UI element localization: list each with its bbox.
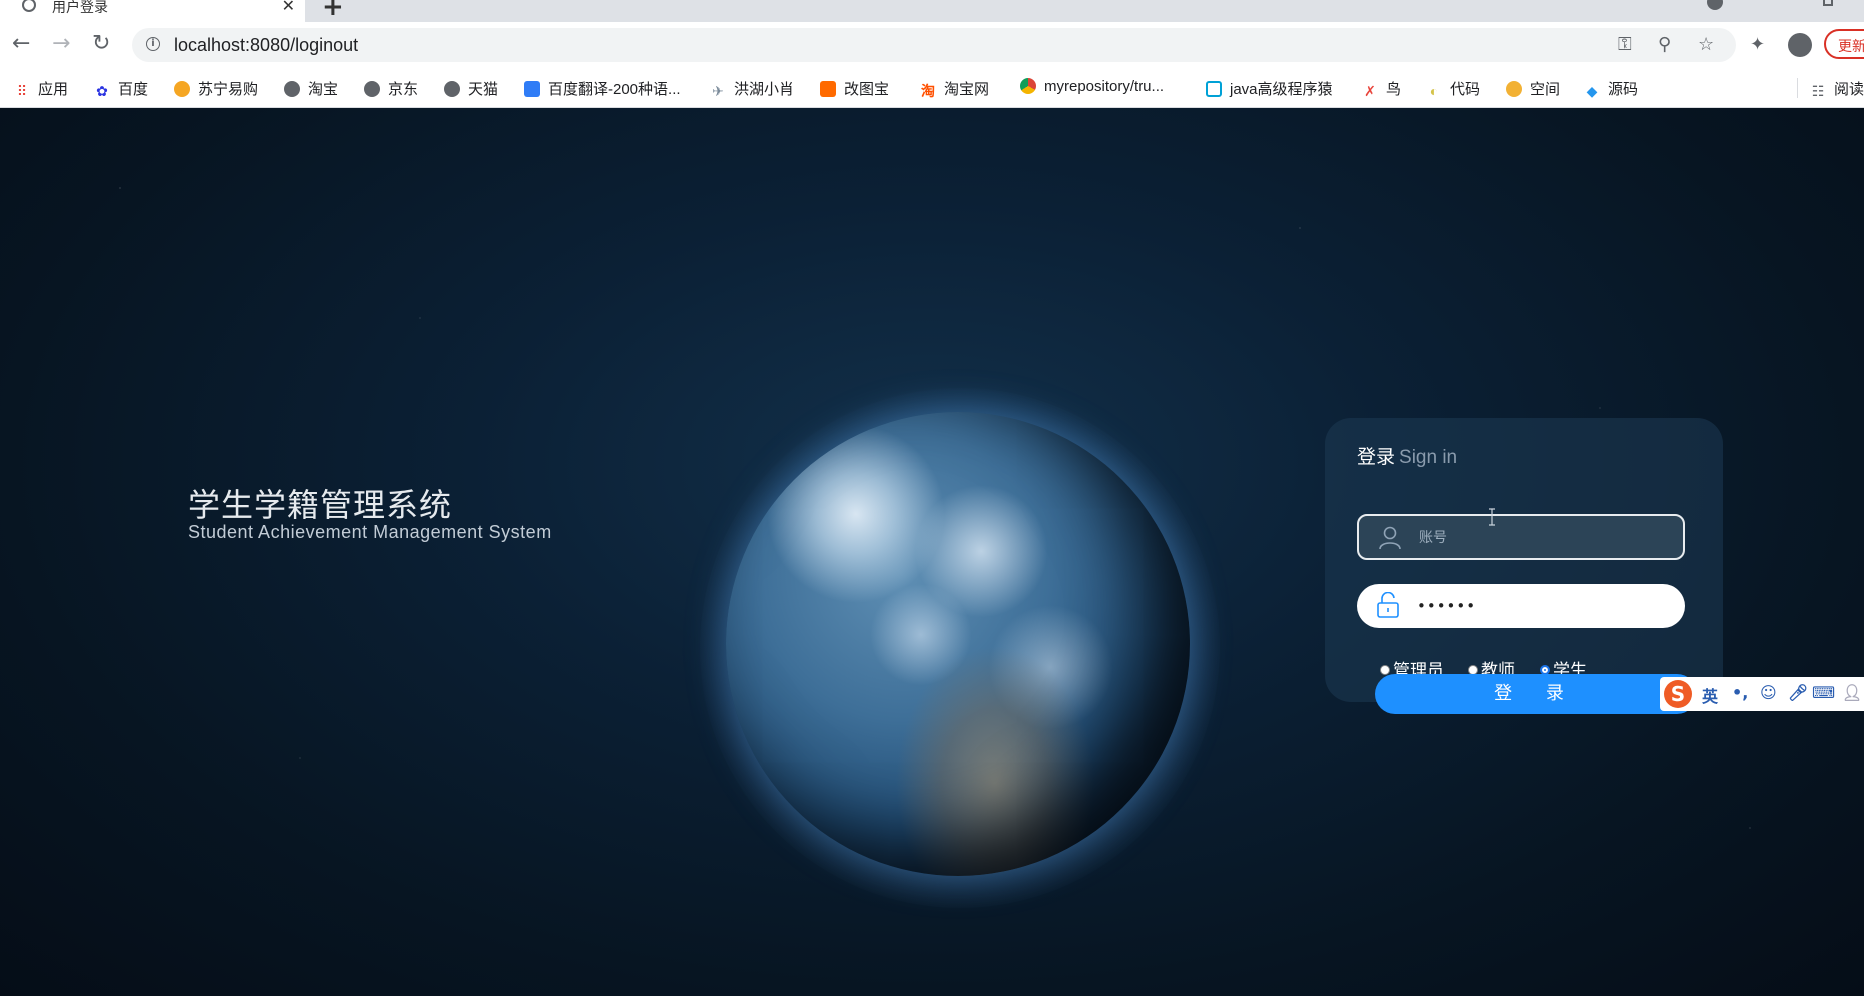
bookmark-item[interactable]: 天猫 [444,78,498,99]
new-tab-button[interactable]: + [322,0,344,22]
earth-image [726,412,1190,876]
bookmark-item[interactable]: 淘淘宝网 [920,78,989,99]
globe-icon [284,81,300,97]
user-center-icon[interactable]: 👤︎ [1842,683,1862,702]
browser-toolbar: ← → ↻ i localhost:8080/loginout ⚿ ⚲ ☆ ✦ … [0,22,1864,68]
account-field[interactable] [1357,514,1685,560]
bookmark-item[interactable]: ◆ 源码 [1584,78,1638,99]
tab-strip: 用户登录 ✕ + [0,0,1864,22]
microphone-icon[interactable]: 🎤︎ [1788,683,1808,702]
login-panel: 登录Sign in 管理员 教师 学生 [1325,418,1723,702]
login-title-cn: 登录 [1357,446,1396,468]
reading-list-button[interactable]: ☷ 阅读 [1810,78,1864,99]
bookmark-item[interactable]: 苏宁易购 [174,78,258,99]
globe-icon [364,81,380,97]
taobao-icon: 淘 [921,83,935,99]
reload-icon[interactable]: ↻ [92,31,110,57]
qzone-icon [1506,81,1522,97]
address-bar[interactable]: i localhost:8080/loginout ⚿ ⚲ ☆ [132,28,1736,62]
browser-tab[interactable]: 用户登录 ✕ [0,0,305,22]
system-title: 学生学籍管理系统 [188,486,453,524]
login-page: 学生学籍管理系统 Student Achievement Management … [0,108,1864,996]
info-icon[interactable]: i [146,37,160,51]
globe-icon [22,0,36,12]
bookmarks-bar: ⠿ 应用 ✿ 百度 苏宁易购 淘宝 京东 天猫 百度翻译-200种语... ✈ 洪湖小… [0,68,1864,108]
bookmark-item[interactable]: ✈ 洪湖小肖 [710,78,794,99]
reading-list-icon: ☷ [1811,83,1825,99]
bird-red-icon: ✗ [1364,83,1376,99]
docker-icon: ◆ [1586,83,1598,99]
suning-icon [174,81,190,97]
login-heading: 登录 Sign in [1357,442,1457,469]
close-icon[interactable]: ✕ [282,0,295,15]
bookmark-item[interactable]: myrepository/tru... [1020,78,1164,95]
star-icon[interactable]: ☆ [1698,34,1714,55]
key-icon[interactable]: ⚿ [1618,34,1632,55]
bird-icon: ✈ [712,83,724,99]
translate-icon [524,81,540,97]
bookmarks-divider [1797,78,1798,98]
extensions-icon[interactable]: ✦ [1750,34,1765,55]
update-button[interactable]: 更新 [1824,29,1864,59]
password-input[interactable] [1415,593,1669,619]
bilibili-icon [1206,81,1222,97]
text-cursor-icon [1489,508,1495,526]
login-title-en: Sign in [1399,447,1458,468]
password-field[interactable] [1357,584,1685,628]
bookmark-item[interactable]: ◐ 代码 [1426,78,1480,99]
chrome-icon [1020,78,1036,94]
bookmark-item[interactable]: ⠿ 应用 [14,78,68,99]
keyboard-icon[interactable]: ⌨ [1812,683,1835,702]
back-arrow-icon[interactable]: ← [12,31,30,57]
radio-button[interactable] [1380,665,1390,675]
login-button[interactable]: 登 录 [1375,674,1697,714]
ime-punctuation-toggle[interactable]: •, [1732,683,1748,702]
sogou-logo-icon[interactable]: S [1664,680,1692,708]
bookmark-item[interactable]: 京东 [364,78,418,99]
globe-icon [444,81,460,97]
bookmark-item[interactable]: 空间 [1506,78,1560,99]
unlock-icon [1377,592,1399,618]
bookmark-item[interactable]: 百度翻译-200种语... [524,78,681,99]
forward-arrow-icon[interactable]: → [52,31,70,57]
minimize-icon[interactable] [1823,0,1833,6]
bookmark-item[interactable]: 改图宝 [820,78,889,99]
user-icon [1379,526,1401,550]
url-text[interactable]: localhost:8080/loginout [174,35,358,56]
bookmark-item[interactable]: java高级程序猿 [1206,78,1333,99]
ime-toolbar[interactable]: S 英 •, ☺ 🎤︎ ⌨ 👤︎ [1660,677,1864,711]
emoji-icon[interactable]: ☺ [1760,683,1777,702]
download-icon[interactable] [1707,0,1723,10]
bookmark-item[interactable]: 淘宝 [284,78,338,99]
profile-avatar-icon[interactable] [1788,33,1812,57]
bookmark-item[interactable]: ✗ 鸟 [1362,78,1401,99]
account-input[interactable] [1417,525,1671,551]
zoom-icon[interactable]: ⚲ [1658,34,1671,55]
leaf-icon: ◐ [1429,83,1439,99]
bookmark-item[interactable]: ✿ 百度 [94,78,148,99]
apps-grid-icon: ⠿ [16,83,28,99]
baidu-paw-icon: ✿ [96,83,108,99]
system-subtitle: Student Achievement Management System [188,522,552,542]
ime-mode-toggle[interactable]: 英 [1702,683,1718,707]
tab-title: 用户登录 [52,0,108,16]
gaitubao-icon [820,81,836,97]
